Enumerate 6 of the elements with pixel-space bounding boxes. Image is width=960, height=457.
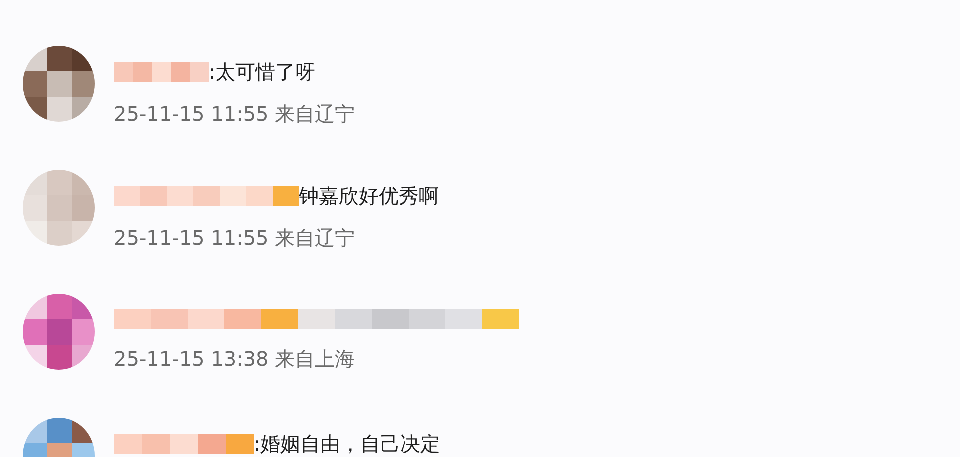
comment-text: :婚姻自由，自己决定 [254, 430, 441, 457]
comment-text: 钟嘉欣好优秀啊 [299, 182, 439, 210]
comment-text: :太可惜了呀 [209, 58, 316, 86]
comment-time-location: 25-11-15 13:38 来自上海 [114, 346, 356, 373]
comment-time-location: 25-11-15 11:55 来自辽宁 [114, 101, 356, 128]
comment-time-location: 25-11-15 11:55 来自辽宁 [114, 225, 356, 252]
